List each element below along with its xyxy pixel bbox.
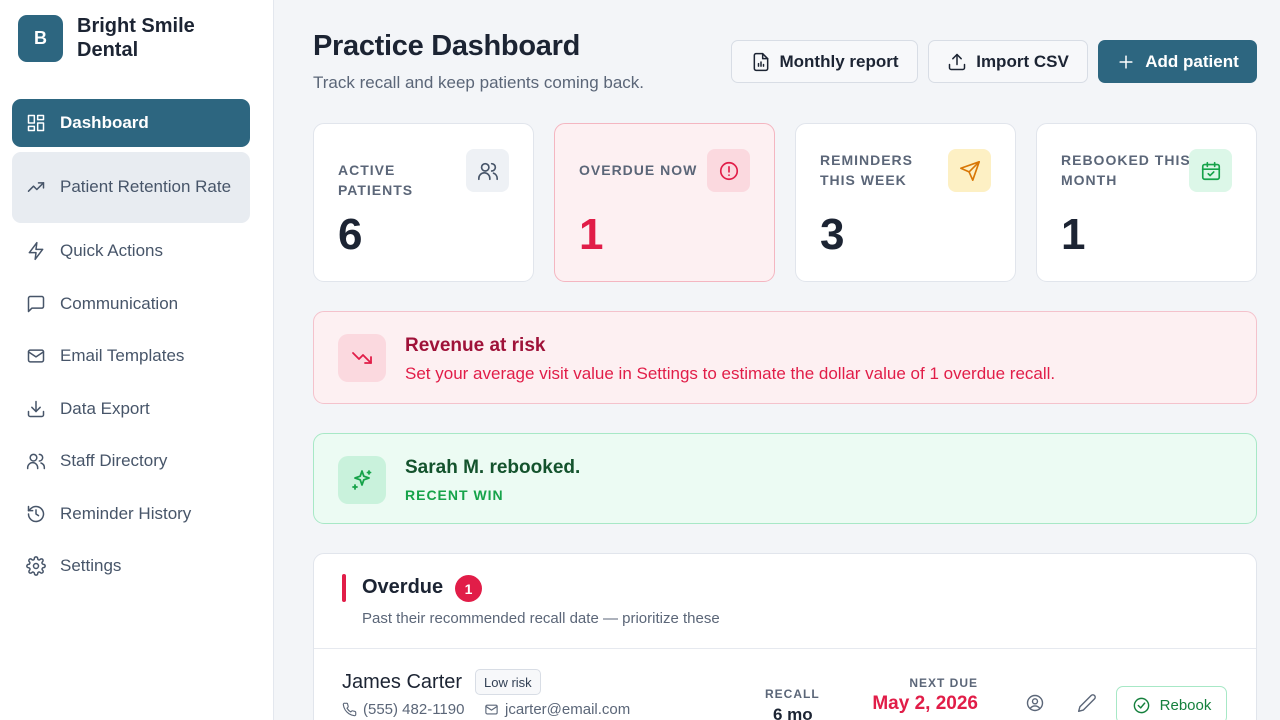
sidebar-item-dashboard[interactable]: Dashboard (12, 99, 250, 147)
view-profile-button[interactable] (1025, 693, 1049, 717)
import-csv-button[interactable]: Import CSV (928, 40, 1088, 83)
recent-win-banner: Sarah M. rebooked. RECENT WIN (313, 433, 1257, 524)
rebook-label: Rebook (1159, 696, 1212, 714)
send-icon (959, 160, 980, 181)
recall-label: RECALL (765, 687, 820, 701)
stat-card-overdue-now[interactable]: OVERDUE NOW 1 (554, 123, 775, 282)
page-subtitle: Track recall and keep patients coming ba… (313, 73, 645, 92)
sidebar-item-patient-retention[interactable]: Patient Retention Rate (12, 151, 250, 223)
sparkles-icon (352, 470, 372, 490)
stat-card-reminders-this-week[interactable]: REMINDERS THIS WEEK 3 (795, 123, 1016, 282)
calendar-check-icon (1201, 161, 1220, 180)
pencil-icon (1077, 694, 1096, 713)
sidebar-item-label: Data Export (60, 398, 150, 418)
users-icon (477, 162, 498, 180)
stat-label: REMINDERS THIS WEEK (820, 152, 914, 188)
next-due-label: NEXT DUE (909, 676, 978, 690)
upload-icon (948, 53, 966, 70)
stat-icon (707, 149, 750, 192)
banner-icon (338, 334, 386, 382)
edit-patient-button[interactable] (1077, 693, 1101, 717)
phone-icon (342, 702, 357, 717)
users-icon (26, 453, 46, 470)
email-text: jcarter@email.com (505, 701, 631, 718)
patient-name[interactable]: James Carter (342, 671, 462, 694)
sidebar-item-label: Email Templates (60, 346, 185, 365)
phone-text: (555) 482-1190 (363, 701, 465, 718)
stat-icon (1189, 149, 1232, 192)
brand-logo: B (18, 14, 63, 62)
next-due-value: May 2, 2026 (872, 693, 978, 714)
sidebar-item-email-templates[interactable]: Email Templates (12, 332, 250, 380)
stat-label: REBOOKED THIS MONTH (1061, 152, 1191, 188)
page-title: Practice Dashboard (313, 30, 580, 62)
stat-icon (948, 149, 991, 192)
sidebar-item-label: Communication (60, 293, 179, 313)
lightning-icon (28, 241, 44, 261)
sidebar-item-settings[interactable]: Settings (12, 542, 250, 590)
check-circle-icon (1133, 697, 1149, 713)
stat-label: OVERDUE NOW (579, 162, 698, 178)
download-icon (27, 400, 45, 417)
trending-down-icon (352, 352, 372, 364)
gear-icon (26, 556, 46, 576)
file-chart-icon (753, 52, 768, 71)
revenue-at-risk-banner[interactable]: Revenue at risk Set your average visit v… (313, 311, 1257, 404)
sidebar-item-reminder-history[interactable]: Reminder History (12, 490, 250, 538)
banner-title: Revenue at risk (405, 335, 546, 356)
divider (314, 648, 1256, 649)
import-csv-label: Import CSV (976, 51, 1069, 71)
history-icon (27, 505, 45, 522)
trending-up-icon (27, 182, 45, 192)
overdue-section: Overdue 1 Past their recommended recall … (313, 553, 1257, 720)
section-subtitle: Past their recommended recall date — pri… (362, 610, 720, 627)
recall-value: 6 mo (773, 705, 813, 720)
sidebar-item-label: Dashboard (60, 113, 149, 132)
plus-icon (1119, 54, 1133, 69)
sidebar-item-label: Patient Retention Rate (60, 177, 232, 196)
stat-icon (466, 149, 509, 192)
stat-label: ACTIVE PATIENTS (338, 162, 414, 198)
overdue-count-badge: 1 (455, 575, 482, 602)
overdue-accent-bar (342, 574, 346, 602)
sidebar-item-label: Reminder History (60, 503, 192, 523)
banner-title: Sarah M. rebooked. (405, 457, 581, 478)
sidebar: B Bright Smile Dental Dashboard Patient … (0, 0, 274, 720)
stat-card-rebooked-this-month[interactable]: REBOOKED THIS MONTH 1 (1036, 123, 1257, 282)
banner-icon (338, 456, 386, 504)
section-title: Overdue (362, 576, 444, 598)
sidebar-item-quick-actions[interactable]: Quick Actions (12, 227, 250, 275)
alert-circle-icon (719, 161, 738, 180)
brand-name: Bright Smile Dental (77, 15, 195, 61)
stat-value: 1 (1061, 210, 1086, 259)
mail-icon (27, 349, 45, 363)
stat-value: 6 (338, 210, 363, 259)
sidebar-item-label: Staff Directory (60, 451, 168, 470)
add-patient-label: Add patient (1145, 51, 1239, 71)
monthly-report-label: Monthly report (779, 51, 899, 71)
sidebar-item-data-export[interactable]: Data Export (12, 385, 250, 433)
banner-text: Set your average visit value in Settings… (405, 364, 1056, 383)
sidebar-item-communication[interactable]: Communication (12, 280, 250, 328)
sidebar-item-staff-directory[interactable]: Staff Directory (12, 437, 250, 485)
sidebar-nav: Dashboard Patient Retention Rate Quick A… (12, 99, 250, 595)
stat-value: 1 (579, 210, 604, 259)
sidebar-item-label: Quick Actions (60, 241, 163, 260)
message-icon (27, 295, 45, 312)
risk-badge: Low risk (475, 669, 541, 695)
user-circle-icon (1026, 694, 1044, 712)
patient-email: jcarter@email.com (484, 701, 630, 718)
patient-phone: (555) 482-1190 (342, 701, 464, 718)
banner-caption: RECENT WIN (405, 487, 504, 503)
sidebar-item-label: Settings (60, 556, 122, 575)
dashboard-icon (27, 114, 45, 132)
stat-card-active-patients[interactable]: ACTIVE PATIENTS 6 (313, 123, 534, 282)
mail-icon (485, 704, 498, 715)
brand[interactable]: B Bright Smile Dental (18, 14, 217, 62)
add-patient-button[interactable]: Add patient (1098, 40, 1257, 83)
stat-value: 3 (820, 210, 845, 259)
rebook-button[interactable]: Rebook (1116, 686, 1227, 720)
monthly-report-button[interactable]: Monthly report (731, 40, 918, 83)
